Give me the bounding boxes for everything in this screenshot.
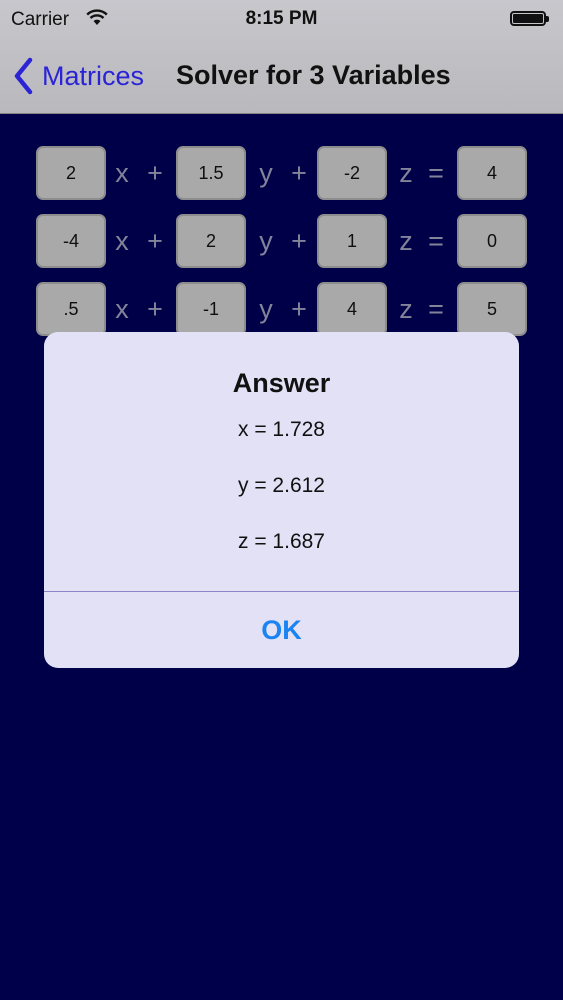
alert-title: Answer [232, 368, 331, 398]
z-result: z = 1.687 [238, 530, 325, 553]
status-bar: Carrier 8:15 PM [0, 0, 563, 40]
back-button[interactable]: Matrices [12, 56, 144, 96]
back-button-label: Matrices [42, 60, 145, 91]
answer-alert: Answer x = 1.728 y = 2.612 z = 1.687 OK [44, 332, 519, 668]
ok-button[interactable]: OK [44, 592, 519, 668]
page-title: Solver for 3 Variables [176, 60, 451, 90]
chevron-left-icon [14, 57, 33, 95]
clock: 8:15 PM [245, 8, 318, 29]
x-result: x = 1.728 [238, 418, 325, 441]
top-bar: Carrier 8:15 PM Matrices Solver for 3 Va… [0, 0, 563, 114]
battery-icon [510, 11, 549, 26]
navigation-bar: Matrices Solver for 3 Variables [0, 44, 563, 110]
y-result: y = 2.612 [238, 474, 325, 497]
